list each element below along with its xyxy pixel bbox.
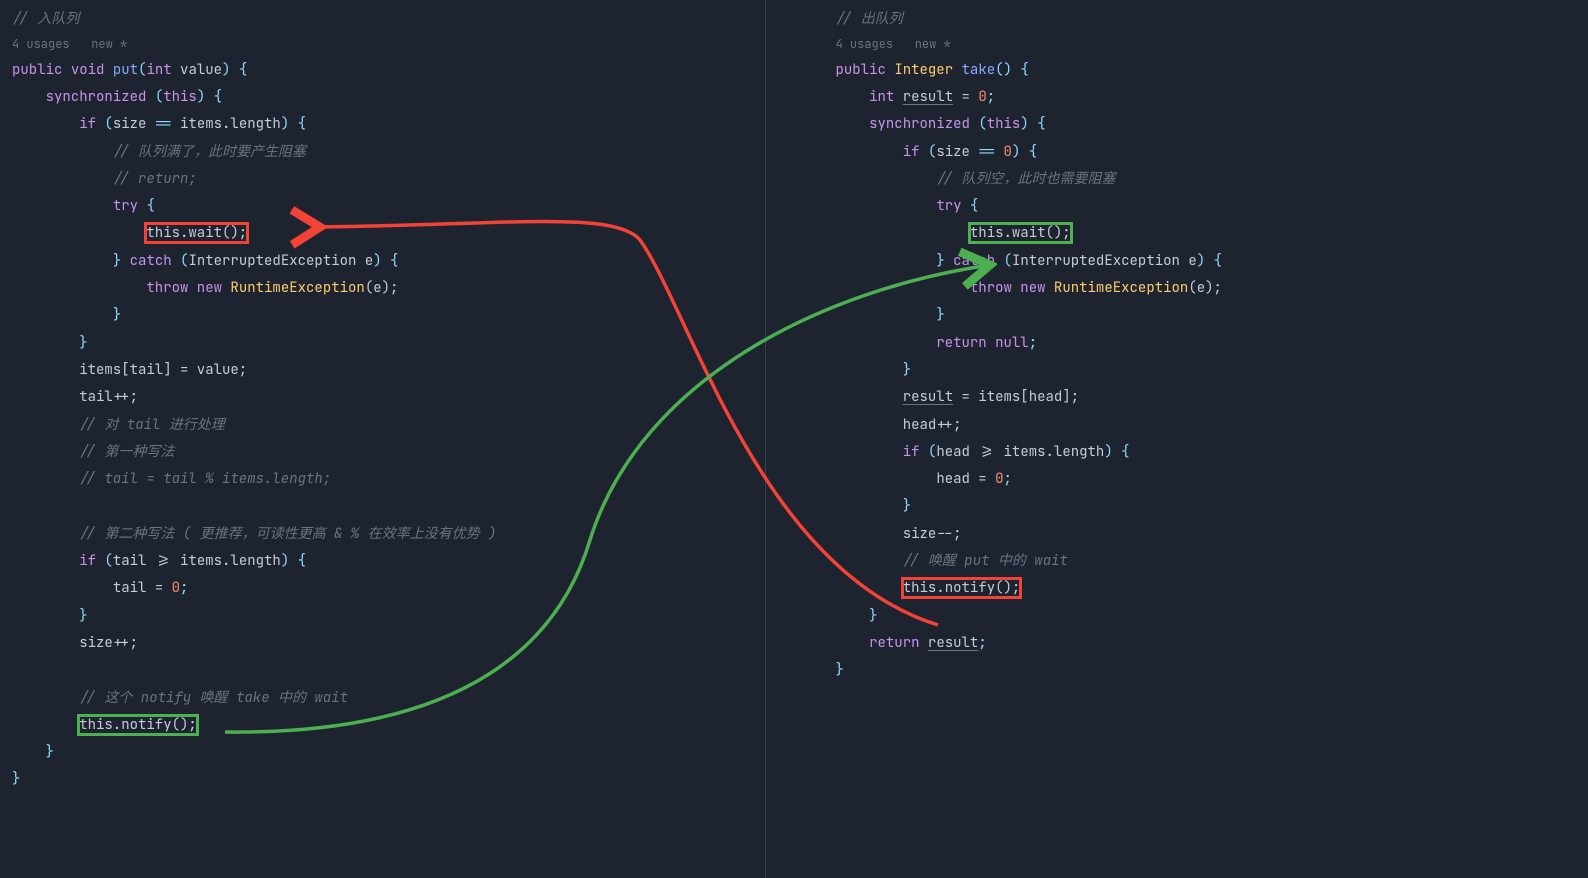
code-line: } [12,302,765,329]
code-line: this.notify(); [836,575,1588,602]
code-line: tail++; [12,384,765,411]
code-line: } [836,603,1588,630]
code-line: } [836,302,1588,329]
code-line: public Integer take() { [836,57,1588,84]
code-line: } [12,739,765,766]
right-wait-highlight: this.wait(); [970,224,1071,242]
code-line: size++; [12,630,765,657]
code-line: this.notify(); [12,712,765,739]
comment-title-left: // 入队列 [12,6,765,33]
code-line: throw new RuntimeException(e); [12,275,765,302]
code-line: } [836,357,1588,384]
left-notify-highlight: this.notify(); [79,716,197,734]
code-line: if (tail >= items.length) { [12,548,765,575]
code-line: // tail = tail % items.length; [12,466,765,493]
code-line: return result; [836,630,1588,657]
code-line [12,657,765,684]
code-line: synchronized (this) { [12,84,765,111]
meta-left: 4 usages new * [12,33,765,56]
code-line: } [836,493,1588,520]
code-line: } [12,766,765,793]
code-line: // 队列满了，此时要产生阻塞 [12,139,765,166]
code-line: this.wait(); [12,220,765,247]
code-line: // 队列空，此时也需要阻塞 [836,166,1588,193]
code-line: this.wait(); [836,220,1588,247]
code-line: } catch (InterruptedException e) { [836,248,1588,275]
code-line: } [12,603,765,630]
code-line: head = 0; [836,466,1588,493]
code-line: items[tail] = value; [12,357,765,384]
code-line: // 第二种写法 ( 更推荐，可读性更高 & % 在效率上没有优势 ) [12,521,765,548]
code-line: if (size == 0) { [836,139,1588,166]
code-line: result = items[head]; [836,384,1588,411]
code-line: // 唤醒 put 中的 wait [836,548,1588,575]
code-line: public void put(int value) { [12,57,765,84]
meta-right: 4 usages new * [836,33,1588,56]
code-line: throw new RuntimeException(e); [836,275,1588,302]
pane-divider [765,0,766,878]
code-line: if (head >= items.length) { [836,439,1588,466]
code-line: int result = 0; [836,84,1588,111]
right-notify-highlight: this.notify(); [903,579,1021,597]
code-line: return null; [836,330,1588,357]
code-line: size--; [836,521,1588,548]
code-line: synchronized (this) { [836,111,1588,138]
code-line: if (size == items.length) { [12,111,765,138]
code-line: head++; [836,412,1588,439]
code-line [12,493,765,520]
code-line: // 对 tail 进行处理 [12,412,765,439]
code-line: tail = 0; [12,575,765,602]
code-line: try { [836,193,1588,220]
left-wait-highlight: this.wait(); [146,224,247,242]
code-line: // return; [12,166,765,193]
right-code-pane: // 出队列 4 usages new * public Integer tak… [766,0,1588,878]
code-line: } catch (InterruptedException e) { [12,248,765,275]
code-line: // 这个 notify 唤醒 take 中的 wait [12,685,765,712]
comment-title-right: // 出队列 [836,6,1588,33]
code-line: } [836,657,1588,684]
left-code-pane: // 入队列 4 usages new * public void put(in… [0,0,765,878]
code-line: // 第一种写法 [12,439,765,466]
code-line: } [12,330,765,357]
code-line: try { [12,193,765,220]
